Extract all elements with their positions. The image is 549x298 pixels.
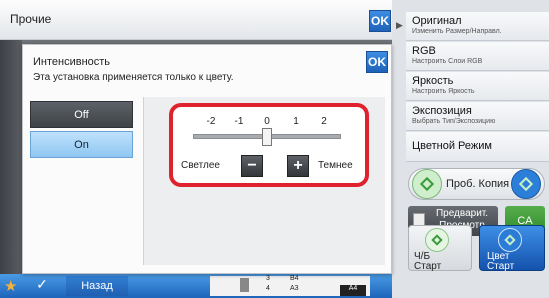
back-button[interactable]: Назад <box>66 276 128 296</box>
color-start-label: Цвет Старт <box>487 251 515 272</box>
off-button[interactable]: Off <box>30 101 133 128</box>
dialog-subtitle: Эта установка применяется только к цвету… <box>33 72 234 83</box>
dialog-ok-button[interactable]: OK <box>366 51 388 73</box>
sidebar-item-label: Оригинал <box>412 15 462 27</box>
tick-label: -2 <box>206 116 216 127</box>
expand-arrow-icon[interactable]: ▶ <box>396 20 404 44</box>
intensity-highlight: -2 -1 0 1 2 Светлее − + Темнее <box>169 103 369 187</box>
sidebar-item-sub: Изменить Размер/Направл. <box>412 28 502 35</box>
plus-button[interactable]: + <box>287 155 309 177</box>
proof-copy-label: Проб. Копия <box>446 178 510 190</box>
sidebar-item-label: Цветной Режим <box>412 140 492 152</box>
sidebar-item-sub: Настроить Яркость <box>412 88 475 95</box>
bw-start-label: Ч/Б Старт <box>414 251 442 272</box>
sidebar-item-label: Экспозиция <box>412 105 472 117</box>
tray-size: B4 <box>290 275 299 282</box>
tick-label: 2 <box>321 116 327 127</box>
tray-icon <box>240 278 249 292</box>
tray-size: A3 <box>290 285 299 292</box>
minus-button[interactable]: − <box>241 155 263 177</box>
top-bar <box>0 0 392 40</box>
sidebar-item-sub: Настроить Слои RGB <box>412 58 483 65</box>
darker-label: Темнее <box>318 160 353 171</box>
star-icon[interactable]: ★ <box>4 277 17 295</box>
intensity-dialog: Интенсивность Эта установка применяется … <box>22 44 392 274</box>
sidebar-item-brightness[interactable]: Яркость Настроить Яркость <box>406 72 549 101</box>
lighter-label: Светлее <box>181 160 220 171</box>
blue-diamond-icon <box>511 169 541 199</box>
tick-label: 1 <box>293 116 299 127</box>
on-button[interactable]: On <box>30 131 133 158</box>
sidebar-item-color-mode[interactable]: Цветной Режим <box>406 132 549 162</box>
sidebar-item-original[interactable]: Оригинал Изменить Размер/Направл. <box>406 12 549 41</box>
check-icon[interactable]: ✓ <box>24 276 60 296</box>
page-title: Прочие <box>10 12 52 26</box>
sidebar-item-sub: Выбрать Тип/Экспозицию <box>412 118 496 125</box>
tick-label: -1 <box>234 116 244 127</box>
left-strip <box>0 40 22 298</box>
sidebar-item-label: Яркость <box>412 75 454 87</box>
tray-number: 4 <box>266 285 270 292</box>
tick-label: 0 <box>264 116 270 127</box>
start-diamond-icon <box>498 228 522 252</box>
header-ok-button[interactable]: OK <box>369 10 391 32</box>
green-diamond-icon <box>412 169 442 199</box>
sidebar-item-exposure[interactable]: Экспозиция Выбрать Тип/Экспозицию <box>406 102 549 131</box>
slider-knob[interactable] <box>262 128 272 146</box>
start-diamond-icon <box>425 228 449 252</box>
sidebar-item-label: RGB <box>412 45 436 57</box>
tray-size: A4 <box>340 285 366 296</box>
dialog-title: Интенсивность <box>33 56 111 68</box>
sidebar-item-rgb[interactable]: RGB Настроить Слои RGB <box>406 42 549 71</box>
tray-number: 3 <box>266 275 270 282</box>
